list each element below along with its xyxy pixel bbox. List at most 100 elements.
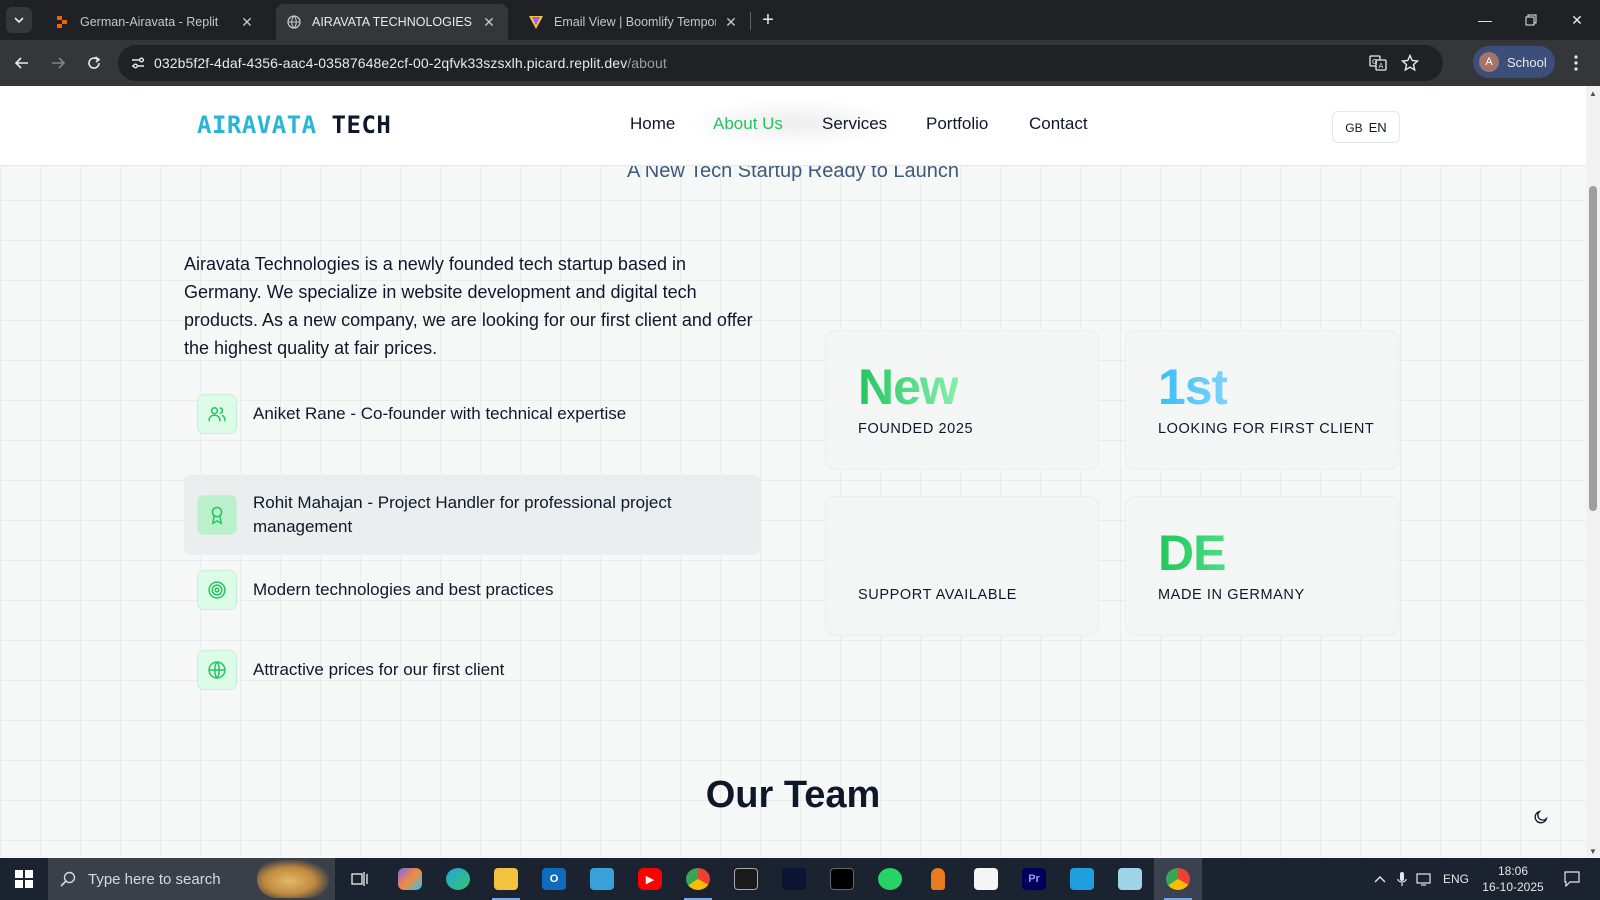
moon-icon [1534,810,1548,824]
feature-text: Attractive prices for our first client [253,660,505,679]
chrome-icon[interactable] [674,858,722,900]
site-header: AIRAVATA TECH Home About Us Services Por… [0,86,1586,166]
boomlify-icon [528,14,544,30]
premiere-pro-icon[interactable]: Pr [1010,858,1058,900]
tab-separator [750,12,751,30]
hotstar-icon[interactable] [770,858,818,900]
taskbar-search[interactable]: Type here to search [48,858,335,900]
arrow-right-icon [52,57,66,69]
tab-title: Email View | Boomlify Tempora [554,15,716,29]
close-icon[interactable]: ✕ [722,13,740,31]
notepad-icon[interactable] [1106,858,1154,900]
chrome-profile-icon[interactable] [1154,858,1202,900]
tab-strip: German-Airavata - Replit ✕ AIRAVATA TECH… [0,0,1600,40]
microphone-app-icon[interactable] [914,858,962,900]
tab-search-button[interactable] [6,7,32,33]
about-intro: Airavata Technologies is a newly founded… [184,254,753,358]
close-icon[interactable]: ✕ [238,13,256,31]
browser-menu-button[interactable] [1566,52,1586,74]
stat-card-support: SUPPORT AVAILABLE [825,496,1099,636]
nav-contact[interactable]: Contact [1029,114,1088,134]
tray-chevron-up-icon[interactable] [1370,858,1390,900]
stat-label: MADE IN GERMANY [1158,587,1305,603]
scroll-down-arrow[interactable]: ▼ [1588,846,1598,856]
translate-icon[interactable]: GA [1363,45,1393,81]
network-icon[interactable] [1414,858,1436,900]
control-panel-icon[interactable] [578,858,626,900]
windows-logo-icon [15,870,33,888]
feature-text: Rohit Mahajan - Project Handler for prof… [253,493,672,536]
sony-liv-icon[interactable] [722,858,770,900]
profile-button[interactable]: A School [1473,46,1555,78]
task-view-icon[interactable] [336,858,384,900]
address-bar[interactable]: 032b5f2f-4daf-4356-aac4-03587648e2cf-00-… [118,45,1443,81]
scrollbar-thumb[interactable] [1589,186,1597,511]
more-vertical-icon [1574,55,1578,71]
notifications-icon[interactable] [1554,858,1590,900]
reload-button[interactable] [80,49,108,77]
feature-item: Aniket Rane - Co-founder with technical … [184,386,760,442]
forward-button[interactable] [44,49,72,77]
tab-boomlify[interactable]: Email View | Boomlify Tempora ✕ [518,4,750,40]
scroll-up-arrow[interactable]: ▲ [1588,88,1598,98]
back-button[interactable] [8,49,36,77]
site-logo[interactable]: AIRAVATA TECH [197,111,391,139]
stat-card-first-client: 1st LOOKING FOR FIRST CLIENT [1125,330,1399,470]
tab-airavata[interactable]: AIRAVATA TECHNOLOGIES - Cu ✕ [276,4,508,40]
bookmark-star-icon[interactable] [1395,45,1425,81]
tab-replit[interactable]: German-Airavata - Replit ✕ [44,4,266,40]
nav-services[interactable]: Services [822,114,887,134]
nav-portfolio[interactable]: Portfolio [926,114,988,134]
search-placeholder: Type here to search [88,870,221,888]
copilot-icon[interactable] [386,858,434,900]
search-highlight-image [257,860,329,898]
new-tab-button[interactable]: + [756,8,780,32]
outlook-icon[interactable]: O [530,858,578,900]
restore-icon [1525,14,1537,26]
clock-date: 16-10-2025 [1482,880,1544,894]
profile-label: School [1507,54,1547,70]
clock-time: 18:06 [1497,864,1529,878]
svg-text:G: G [1372,58,1377,66]
youtube-icon[interactable]: ▶ [626,858,674,900]
url-path: /about [627,55,667,71]
edge-icon[interactable] [434,858,482,900]
stat-value: New [858,359,959,415]
microphone-icon[interactable] [1392,858,1412,900]
url-text: 032b5f2f-4daf-4356-aac4-03587648e2cf-00-… [154,55,667,71]
window-close-button[interactable]: ✕ [1554,0,1600,40]
search-icon [48,871,88,887]
system-clock[interactable]: 18:06 16-10-2025 [1478,863,1548,895]
whatsapp-icon[interactable] [866,858,914,900]
minimize-button[interactable]: — [1462,0,1508,40]
award-icon [197,495,237,535]
avatar: A [1479,52,1499,72]
feature-item: Modern technologies and best practices [184,562,760,618]
globe-icon [197,650,237,690]
solitaire-icon[interactable] [962,858,1010,900]
stat-card-germany: DE MADE IN GERMANY [1125,496,1399,636]
close-icon[interactable]: ✕ [480,13,498,31]
stat-value: 1st [1158,359,1228,415]
nav-home[interactable]: Home [630,114,675,134]
logo-part-2: TECH [331,111,392,139]
stat-label: SUPPORT AVAILABLE [858,587,1018,603]
url-host: 032b5f2f-4daf-4356-aac4-03587648e2cf-00-… [154,55,628,71]
logo-part-1: AIRAVATA [197,111,317,139]
page-scrollbar[interactable]: ▲ ▼ [1586,86,1600,858]
stat-label: FOUNDED 2025 [858,421,974,437]
snip-icon[interactable] [1058,858,1106,900]
nav-about-us[interactable]: About Us [713,114,783,134]
start-button[interactable] [0,858,48,900]
flag-gb-icon: GB [1345,121,1363,135]
users-icon [197,394,237,434]
feature-item: Attractive prices for our first client [184,642,760,698]
language-indicator[interactable]: ENG [1438,858,1474,900]
site-info-icon[interactable] [122,45,154,81]
theme-toggle-button[interactable] [1530,806,1552,828]
restore-button[interactable] [1508,0,1554,40]
stat-value: DE [1158,525,1226,581]
capcut-icon[interactable] [818,858,866,900]
language-switcher[interactable]: GB EN [1332,111,1400,143]
file-explorer-icon[interactable] [482,858,530,900]
